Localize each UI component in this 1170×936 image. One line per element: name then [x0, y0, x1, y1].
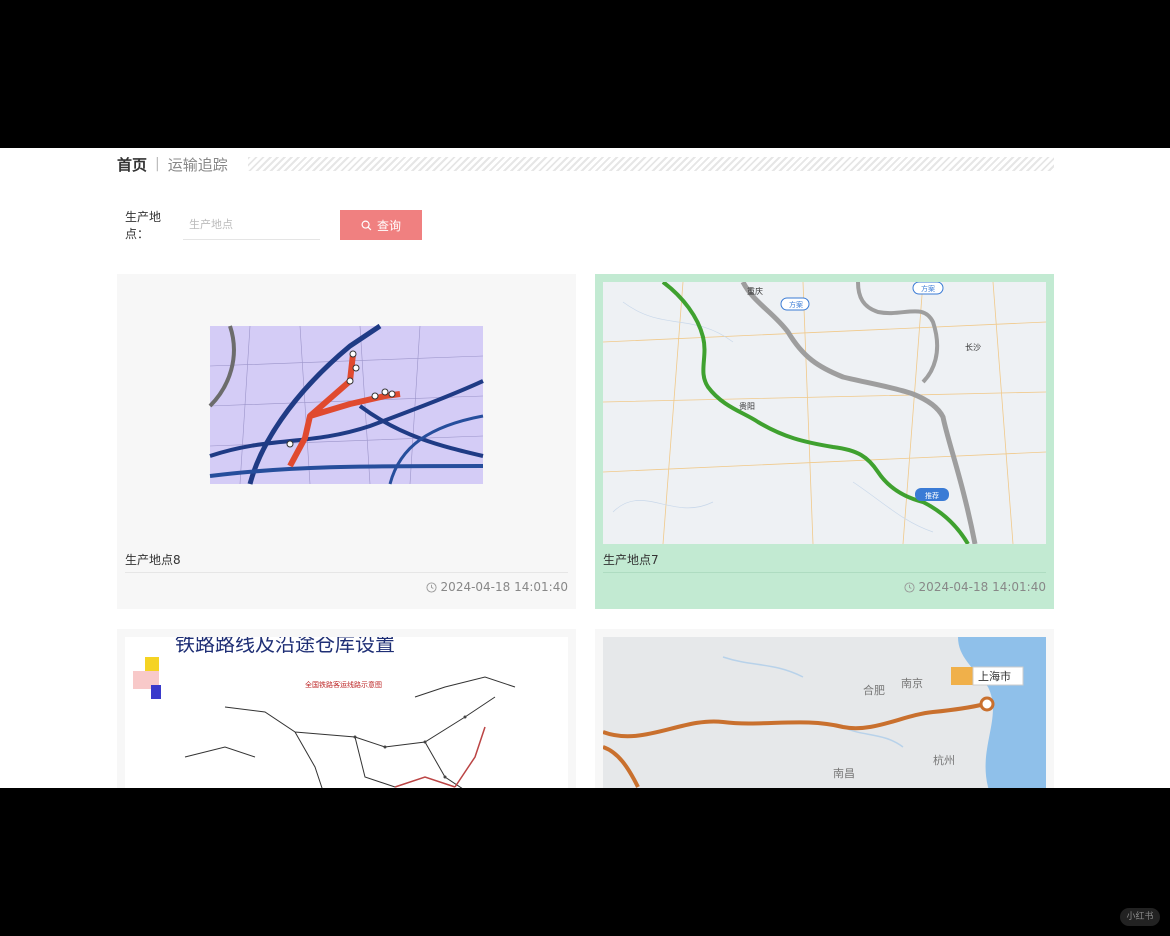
card-divider [125, 572, 568, 573]
app-viewport: 首页 | 运输追踪 生产地点： 查询 [0, 148, 1170, 788]
map-label-hangzhou: 杭州 [933, 753, 955, 767]
breadcrumb-home[interactable]: 首页 [117, 154, 147, 175]
map-label-chongqing: 重庆 [747, 286, 763, 296]
card-title: 生产地点8 [125, 553, 181, 567]
search-button[interactable]: 查询 [340, 210, 422, 240]
city-route-map [125, 282, 568, 544]
card-timestamp: 2024-04-18 14:01:40 [426, 580, 568, 594]
map-label-plan-2: 方案 [921, 284, 935, 293]
route-card-3[interactable]: 铁路路线及沿途仓库设置 全国铁路客运线路示意图 [117, 629, 576, 788]
clock-icon [426, 581, 437, 593]
search-icon [361, 220, 372, 230]
card-divider [603, 572, 1046, 573]
watermark-badge: 小红书 [1120, 908, 1160, 926]
map-label-recommended: 推荐 [925, 491, 939, 500]
search-button-label: 查询 [376, 218, 401, 233]
map-label-shanghai: 上海市 [978, 669, 1011, 683]
east-china-route-map: 合肥 南京 杭州 南昌 上海市 [603, 637, 1046, 788]
map-label-changsha: 长沙 [965, 342, 981, 352]
railway-map-subtitle: 全国铁路客运线路示意图 [305, 680, 382, 689]
production-site-label: 生产地点： [125, 210, 162, 241]
production-site-input[interactable] [183, 210, 320, 240]
railway-network-map: 铁路路线及沿途仓库设置 全国铁路客运线路示意图 [125, 637, 568, 788]
card-time-text: 2024-04-18 14:01:40 [918, 580, 1046, 594]
map-label-plan-1: 方案 [789, 300, 803, 309]
map-label-guiyang: 贵阳 [739, 401, 755, 411]
breadcrumb-separator: | [155, 156, 160, 172]
route-card-4[interactable]: 合肥 南京 杭州 南昌 上海市 [595, 629, 1054, 788]
card-title: 生产地点7 [603, 553, 659, 567]
route-card-2[interactable]: 重庆 长沙 贵阳 方案 方案 推荐 生产地点7 2024-04-18 14:01… [595, 274, 1054, 609]
header-stripe-decoration [248, 157, 1054, 171]
map-label-nanjing: 南京 [901, 676, 923, 690]
map-label-nanchang: 南昌 [833, 767, 855, 780]
clock-icon [904, 581, 915, 593]
route-card-1[interactable]: 生产地点8 2024-04-18 14:01:40 [117, 274, 576, 609]
card-timestamp: 2024-04-18 14:01:40 [904, 580, 1046, 594]
regional-road-map: 重庆 长沙 贵阳 方案 方案 推荐 [603, 282, 1046, 544]
search-form: 生产地点： 查询 [125, 208, 422, 242]
map-label-hefei: 合肥 [863, 683, 885, 697]
breadcrumb-current: 运输追踪 [167, 155, 228, 174]
breadcrumb: 首页 | 运输追踪 [117, 154, 228, 174]
card-time-text: 2024-04-18 14:01:40 [440, 580, 568, 594]
railway-map-title: 铁路路线及沿途仓库设置 [175, 637, 395, 656]
